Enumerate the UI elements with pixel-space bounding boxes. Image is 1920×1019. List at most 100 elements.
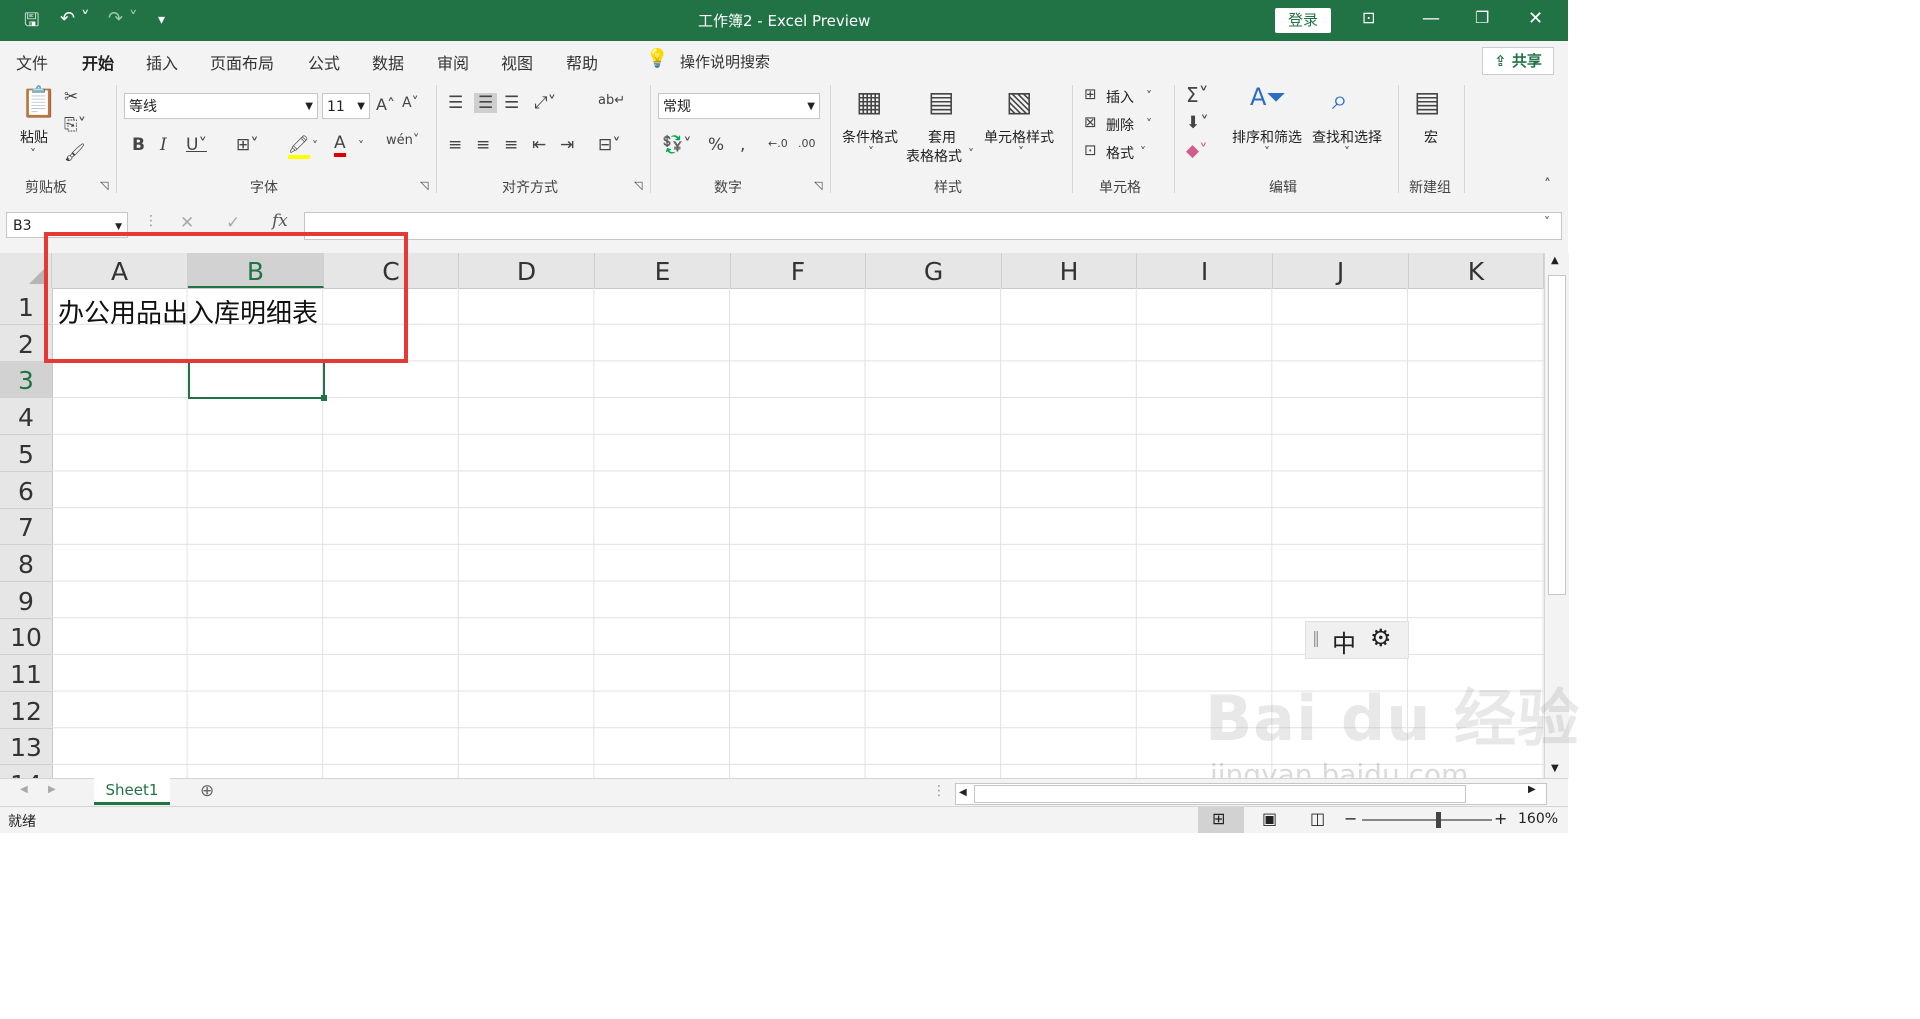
row-header[interactable]: 6 [0, 472, 52, 509]
column-header-f[interactable]: F [731, 253, 866, 288]
borders-icon[interactable]: ⊞˅ [236, 135, 259, 155]
horizontal-scroll-thumb[interactable] [974, 785, 1466, 803]
chevron-down-icon[interactable]: ˅ [968, 147, 974, 161]
underline-icon[interactable]: U˅ [186, 135, 207, 155]
redo-icon[interactable]: ↷ ˅ [108, 8, 138, 29]
scroll-up-icon[interactable]: ▲ [1551, 255, 1559, 266]
vertical-scroll-thumb[interactable] [1548, 275, 1566, 595]
dialog-launcher-icon[interactable]: ◹ [100, 179, 108, 192]
chevron-down-icon[interactable]: ˅ [358, 139, 364, 153]
zoom-in-icon[interactable]: + [1494, 809, 1507, 828]
delete-cells-label[interactable]: 删除 [1106, 115, 1134, 135]
scroll-right-icon[interactable]: ▶ [1528, 784, 1536, 795]
customize-quick-access-icon[interactable]: ▾ [158, 12, 165, 28]
increase-font-icon[interactable]: A˄ [376, 95, 395, 114]
drag-handle-icon[interactable]: ‖ [1312, 628, 1320, 647]
tab-page-layout[interactable]: 页面布局 [210, 50, 274, 74]
decrease-indent-icon[interactable]: ⇤ [532, 135, 546, 155]
italic-icon[interactable]: I [160, 135, 167, 155]
chevron-down-icon[interactable]: ˅ [312, 139, 318, 153]
enter-icon[interactable]: ✓ [226, 213, 240, 233]
share-button[interactable]: ⇪ 共享 [1482, 47, 1554, 75]
accounting-format-icon[interactable]: 💱˅ [662, 135, 692, 155]
tab-formulas[interactable]: 公式 [308, 50, 340, 74]
conditional-formatting-label[interactable]: 条件格式 [842, 127, 898, 147]
sheet-tab-sheet1[interactable]: Sheet1 [94, 778, 170, 805]
sort-filter-label[interactable]: 排序和筛选 [1232, 127, 1302, 147]
increase-decimal-icon[interactable]: ←.0 [768, 137, 788, 150]
decrease-decimal-icon[interactable]: .00 [798, 137, 816, 150]
chevron-down-icon[interactable]: ˅ [1140, 145, 1146, 159]
zoom-slider-thumb[interactable] [1436, 812, 1441, 828]
row-header[interactable]: 5 [0, 435, 52, 472]
cut-icon[interactable]: ✂ [64, 87, 78, 107]
paste-label[interactable]: 粘贴 [20, 127, 48, 147]
tab-home[interactable]: 开始 [82, 50, 115, 82]
scroll-left-icon[interactable]: ◀ [959, 787, 967, 798]
column-header-d[interactable]: D [459, 253, 595, 288]
comma-style-icon[interactable]: , [740, 135, 745, 155]
font-size-select[interactable]: 11 ▼ [322, 93, 370, 119]
font-name-select[interactable]: 等线 ▼ [124, 93, 318, 119]
format-painter-icon[interactable]: 🖌 [64, 143, 86, 163]
fill-icon[interactable]: ⬇˅ [1186, 113, 1209, 133]
ribbon-display-options-icon[interactable]: ⊡ [1362, 8, 1375, 27]
row-header[interactable]: 4 [0, 398, 52, 435]
ime-toolbar[interactable]: ‖ 中 ⚙ [1305, 621, 1409, 659]
format-cells-icon[interactable]: ⊡ [1084, 141, 1097, 159]
macro-icon[interactable]: ▤ [1414, 85, 1440, 118]
format-cells-label[interactable]: 格式 [1106, 143, 1134, 163]
format-as-table-icon[interactable]: ▤ [928, 85, 954, 118]
find-select-label[interactable]: 查找和选择 [1312, 127, 1382, 147]
zoom-level[interactable]: 160% [1518, 811, 1558, 827]
dialog-launcher-icon[interactable]: ◹ [814, 179, 822, 192]
cell-styles-label[interactable]: 单元格样式 [984, 127, 1054, 147]
row-header[interactable]: 12 [0, 692, 52, 729]
row-header[interactable]: 7 [0, 508, 52, 545]
align-left-icon[interactable]: ≡ [448, 135, 462, 155]
login-button[interactable]: 登录 [1275, 8, 1331, 33]
align-right-icon[interactable]: ≡ [504, 135, 518, 155]
add-sheet-icon[interactable]: ⊕ [200, 781, 214, 801]
normal-view-button[interactable]: ⊞ [1198, 807, 1244, 833]
autosum-icon[interactable]: Σ˅ [1186, 83, 1209, 107]
orientation-icon[interactable]: ⤢˅ [534, 93, 556, 113]
expand-formula-bar-icon[interactable]: ˅ [1544, 215, 1550, 229]
number-format-select[interactable]: 常规 ▼ [658, 93, 820, 119]
chevron-down-icon[interactable]: ˅ [1344, 145, 1350, 159]
column-header-g[interactable]: G [866, 253, 1002, 288]
column-header-k[interactable]: K [1409, 253, 1544, 288]
chevron-down-icon[interactable]: ˅ [868, 145, 874, 159]
align-center-icon[interactable]: ≡ [476, 135, 490, 155]
collapse-ribbon-icon[interactable]: ˄ [1544, 177, 1551, 193]
row-header[interactable]: 13 [0, 728, 52, 765]
copy-icon[interactable]: ⎘˅ [64, 115, 86, 135]
row-header[interactable]: 9 [0, 582, 52, 619]
align-top-icon[interactable]: ☰ [448, 93, 463, 113]
dialog-launcher-icon[interactable]: ◹ [634, 179, 642, 192]
format-as-table-label-2[interactable]: 表格格式 [906, 146, 962, 166]
increase-indent-icon[interactable]: ⇥ [560, 135, 574, 155]
column-header-h[interactable]: H [1002, 253, 1137, 288]
phonetic-guide-icon[interactable]: wén˅ [386, 133, 419, 148]
insert-cells-icon[interactable]: ⊞ [1084, 85, 1097, 103]
restore-icon[interactable]: ❐ [1475, 8, 1489, 27]
tab-help[interactable]: 帮助 [566, 50, 598, 74]
font-color-icon[interactable]: A [334, 133, 346, 157]
page-break-view-icon[interactable]: ◫ [1310, 809, 1325, 828]
sort-filter-icon[interactable]: A⏷ [1250, 83, 1286, 111]
dialog-launcher-icon[interactable]: ◹ [420, 179, 428, 192]
zoom-out-icon[interactable]: − [1344, 809, 1357, 828]
tab-view[interactable]: 视图 [501, 50, 533, 74]
align-middle-icon[interactable]: ☰ [474, 93, 498, 113]
insert-cells-label[interactable]: 插入 [1106, 87, 1134, 107]
tab-data[interactable]: 数据 [372, 50, 404, 74]
column-header-j[interactable]: J [1273, 253, 1409, 288]
scroll-down-icon[interactable]: ▼ [1551, 763, 1559, 774]
chevron-down-icon[interactable]: ˅ [1146, 117, 1152, 131]
row-header[interactable]: 11 [0, 655, 52, 692]
tell-me-search[interactable]: 操作说明搜索 [680, 51, 770, 72]
insert-function-icon[interactable]: fx [272, 211, 288, 231]
tab-file[interactable]: 文件 [16, 50, 48, 74]
delete-cells-icon[interactable]: ⊠ [1084, 113, 1097, 131]
